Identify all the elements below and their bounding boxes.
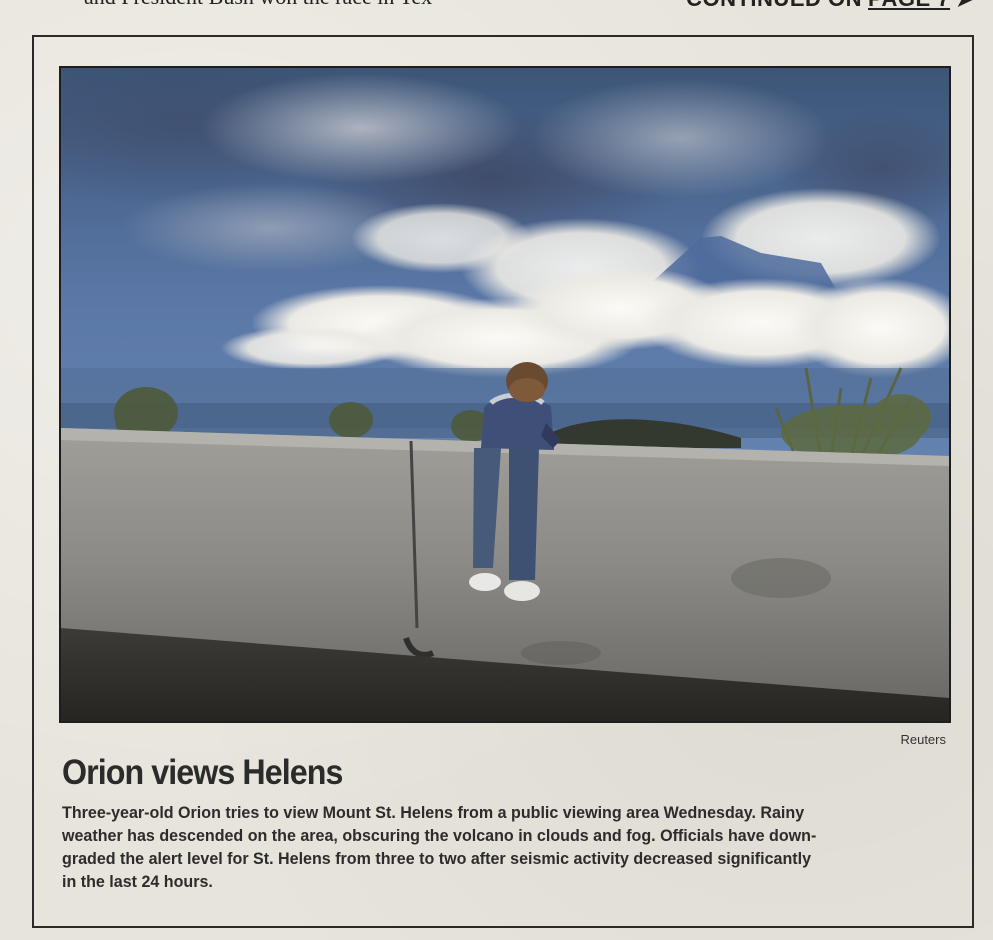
continued-label: CONTINUED ON bbox=[686, 0, 862, 11]
photo-caption: Three-year-old Orion tries to view Mount… bbox=[62, 801, 941, 893]
news-photo bbox=[59, 66, 951, 723]
continued-on-notice: CONTINUED ON PAGE 7 ➤ bbox=[686, 0, 975, 12]
arrow-icon: ➤ bbox=[956, 0, 975, 11]
caption-line: Three-year-old Orion tries to view Mount… bbox=[62, 803, 805, 822]
caption-line: in the last 24 hours. bbox=[62, 872, 213, 891]
caption-line: graded the alert level for St. Helens fr… bbox=[62, 849, 812, 868]
previous-story-fragment: and President Bush won the race in Tex bbox=[84, 0, 432, 10]
photo-credit: Reuters bbox=[900, 732, 946, 747]
caption-line: weather has descended on the area, obscu… bbox=[62, 826, 817, 845]
headline: Orion views Helens bbox=[62, 753, 343, 792]
page-link[interactable]: PAGE 7 bbox=[868, 0, 950, 11]
top-strip: and President Bush won the race in Tex C… bbox=[0, 0, 993, 16]
photo-child-viewing-volcano-icon bbox=[61, 68, 949, 721]
